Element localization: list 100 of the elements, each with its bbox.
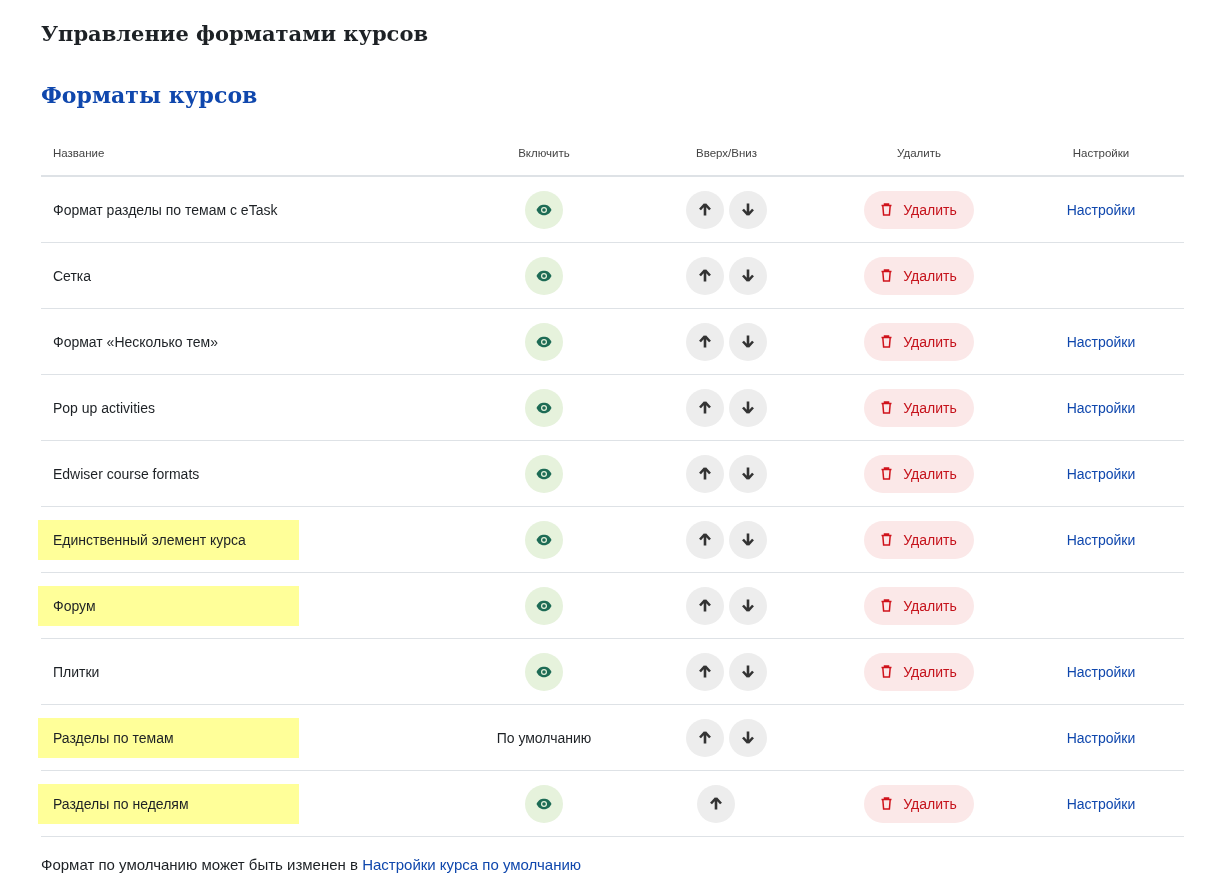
delete-button[interactable]: Удалить	[864, 256, 974, 295]
move-up-button[interactable]	[686, 322, 724, 361]
up-arrow-icon	[699, 467, 711, 480]
highlighted-format-name: Форум	[38, 585, 299, 626]
visibility-toggle-button[interactable]	[525, 454, 563, 493]
footer-note: Формат по умолчанию может быть изменен в Настройки курса по умолчанию	[41, 856, 583, 873]
eye-icon	[536, 533, 552, 546]
trash-icon	[881, 599, 893, 612]
up-arrow-icon	[699, 599, 711, 612]
section-title: Форматы курсов	[41, 81, 259, 110]
down-arrow-icon	[742, 335, 754, 348]
delete-button[interactable]: Удалить	[864, 784, 974, 823]
down-arrow-icon	[742, 467, 754, 480]
format-name: Edwiser course formats	[52, 464, 201, 484]
visibility-toggle-button[interactable]	[525, 190, 563, 229]
move-down-button[interactable]	[729, 652, 767, 691]
format-name: Плитки	[52, 662, 101, 682]
eye-icon	[536, 203, 552, 216]
default-label: По умолчанию	[496, 729, 592, 746]
move-down-button[interactable]	[729, 256, 767, 295]
page-title: Управление форматами курсов	[41, 20, 429, 48]
down-arrow-icon	[742, 665, 754, 678]
settings-link[interactable]: Настройки	[1066, 465, 1136, 482]
delete-button[interactable]: Удалить	[864, 520, 974, 559]
format-name: Сетка	[52, 266, 93, 286]
move-up-button[interactable]	[686, 190, 724, 229]
down-arrow-icon	[742, 731, 754, 744]
up-arrow-icon	[699, 731, 711, 744]
down-arrow-icon	[742, 599, 754, 612]
highlighted-format-name: Единственный элемент курса	[38, 519, 299, 560]
visibility-toggle-button[interactable]	[525, 388, 563, 427]
move-up-button[interactable]	[686, 388, 724, 427]
trash-icon	[881, 467, 893, 480]
visibility-toggle-button[interactable]	[525, 520, 563, 559]
trash-icon	[881, 335, 893, 348]
trash-icon	[881, 203, 893, 216]
down-arrow-icon	[742, 203, 754, 216]
move-up-button[interactable]	[686, 652, 724, 691]
delete-button[interactable]: Удалить	[864, 586, 974, 625]
move-down-button[interactable]	[729, 520, 767, 559]
move-down-button[interactable]	[729, 190, 767, 229]
trash-icon	[881, 665, 893, 678]
format-name: Формат разделы по темам с eTask	[52, 200, 279, 220]
settings-link[interactable]: Настройки	[1066, 663, 1136, 680]
format-name: Формат «Несколько тем»	[52, 332, 219, 352]
trash-icon	[881, 797, 893, 810]
column-header: Включить	[518, 147, 570, 159]
visibility-toggle-button[interactable]	[525, 784, 563, 823]
move-up-button[interactable]	[686, 454, 724, 493]
trash-icon	[881, 401, 893, 414]
up-arrow-icon	[699, 203, 711, 216]
trash-icon	[881, 533, 893, 546]
visibility-toggle-button[interactable]	[525, 586, 563, 625]
down-arrow-icon	[742, 533, 754, 546]
down-arrow-icon	[742, 401, 754, 414]
eye-icon	[536, 665, 552, 678]
column-header: Удалить	[897, 147, 941, 159]
up-arrow-icon	[699, 533, 711, 546]
delete-button[interactable]: Удалить	[864, 454, 974, 493]
delete-button[interactable]: Удалить	[864, 190, 974, 229]
highlighted-format-name: Разделы по неделям	[38, 783, 299, 824]
column-header: Настройки	[1072, 147, 1130, 159]
delete-button[interactable]: Удалить	[864, 322, 974, 361]
eye-icon	[536, 401, 552, 414]
settings-link[interactable]: Настройки	[1066, 729, 1136, 746]
up-arrow-icon	[699, 665, 711, 678]
eye-icon	[536, 599, 552, 612]
settings-link[interactable]: Настройки	[1066, 531, 1136, 548]
settings-link[interactable]: Настройки	[1066, 333, 1136, 350]
visibility-toggle-button[interactable]	[525, 652, 563, 691]
delete-button[interactable]: Удалить	[864, 652, 974, 691]
move-down-button[interactable]	[729, 718, 767, 757]
delete-button[interactable]: Удалить	[864, 388, 974, 427]
settings-link[interactable]: Настройки	[1066, 399, 1136, 416]
move-down-button[interactable]	[729, 454, 767, 493]
up-arrow-icon	[710, 797, 722, 810]
highlighted-format-name: Разделы по темам	[38, 717, 299, 758]
default-course-settings-link[interactable]: Настройки курса по умолчанию	[362, 856, 582, 873]
move-up-button[interactable]	[686, 520, 724, 559]
eye-icon	[536, 797, 552, 810]
eye-icon	[536, 269, 552, 282]
move-up-button[interactable]	[697, 784, 735, 823]
visibility-toggle-button[interactable]	[525, 256, 563, 295]
move-down-button[interactable]	[729, 322, 767, 361]
move-up-button[interactable]	[686, 586, 724, 625]
trash-icon	[881, 269, 893, 282]
move-up-button[interactable]	[686, 256, 724, 295]
up-arrow-icon	[699, 269, 711, 282]
move-up-button[interactable]	[686, 718, 724, 757]
settings-link[interactable]: Настройки	[1066, 795, 1136, 812]
visibility-toggle-button[interactable]	[525, 322, 563, 361]
column-header: Название	[53, 147, 105, 159]
down-arrow-icon	[742, 269, 754, 282]
up-arrow-icon	[699, 335, 711, 348]
move-down-button[interactable]	[729, 586, 767, 625]
settings-link[interactable]: Настройки	[1066, 201, 1136, 218]
up-arrow-icon	[699, 401, 711, 414]
column-header: Вверх/Вниз	[696, 147, 757, 159]
move-down-button[interactable]	[729, 388, 767, 427]
eye-icon	[536, 335, 552, 348]
